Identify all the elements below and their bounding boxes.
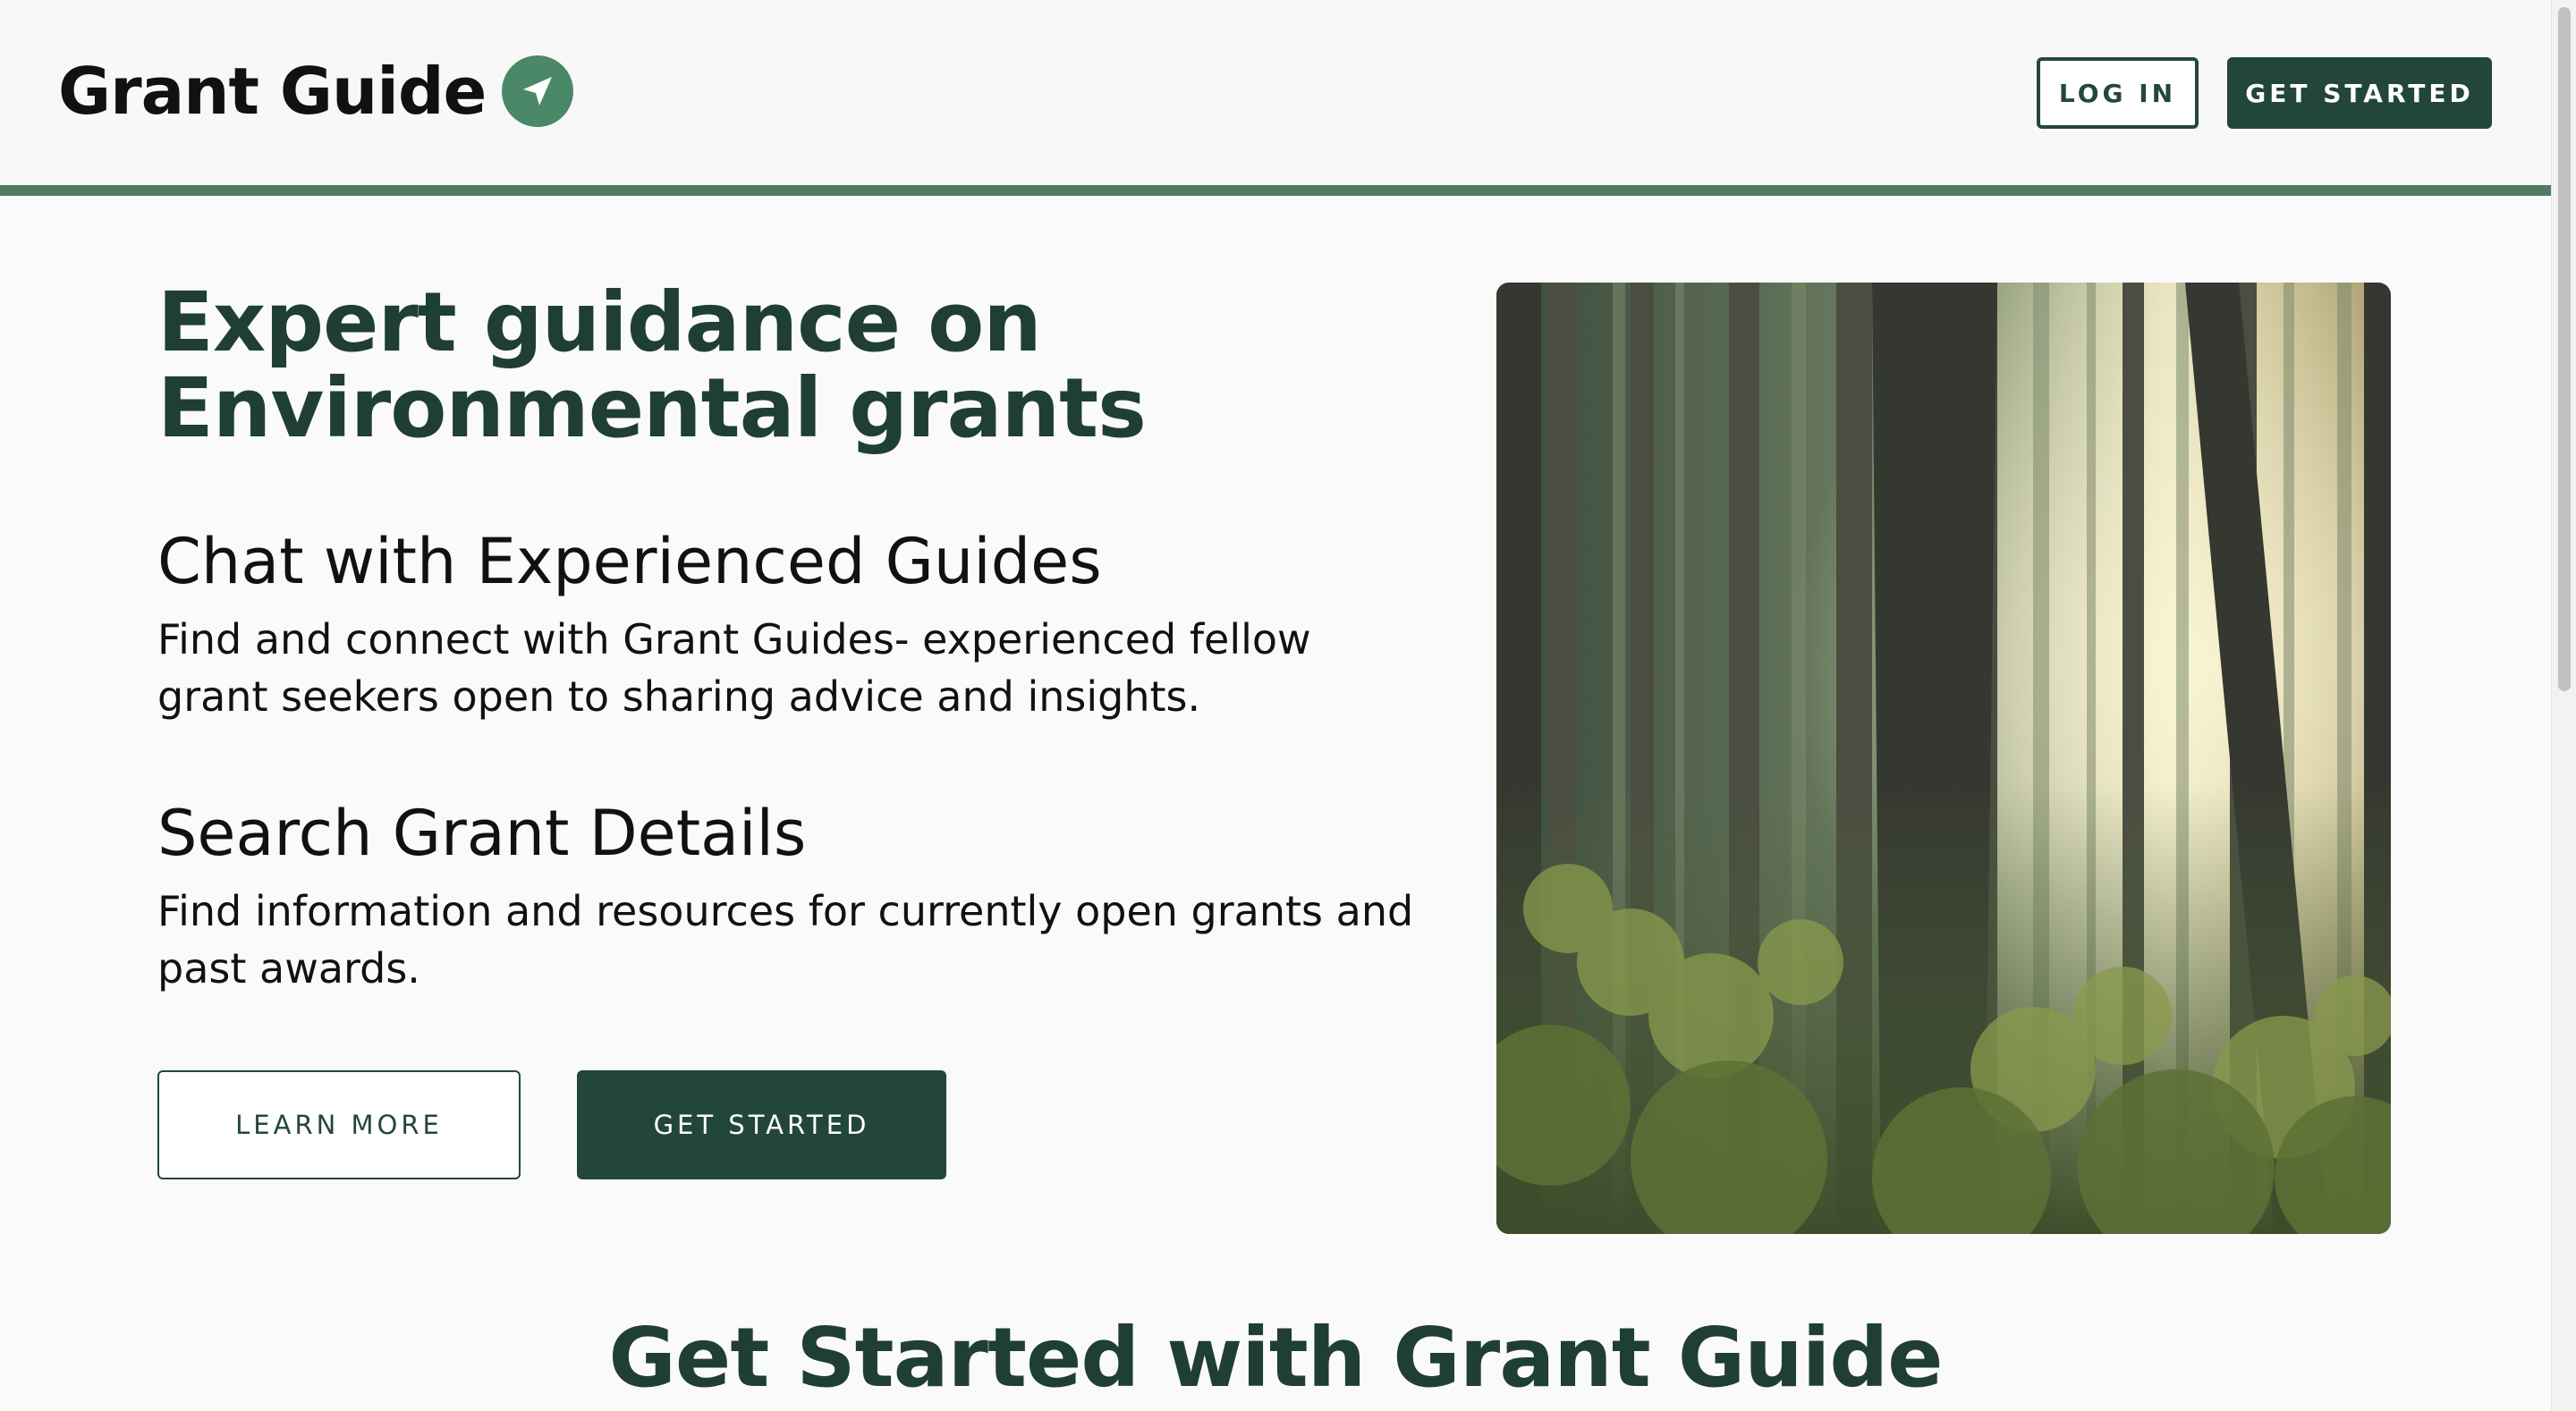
navigation-arrow-icon: [502, 55, 574, 127]
hero-forest-image: [1496, 283, 2391, 1234]
feature-desc-search-line-1: Find information and resources for curre…: [157, 887, 1414, 935]
page-scrollbar[interactable]: [2551, 0, 2576, 1411]
feature-desc-chat-line-1: Find and connect with Grant Guides- expe…: [157, 615, 1311, 663]
get-started-section-title: Get Started with Grant Guide: [608, 1310, 1943, 1406]
scrollbar-thumb[interactable]: [2558, 7, 2571, 691]
hero-get-started-button[interactable]: GET STARTED: [577, 1070, 946, 1179]
hero-title-line-2: Environmental grants: [157, 360, 1147, 456]
feature-desc-chat-line-2: grant seekers open to sharing advice and…: [157, 672, 1201, 721]
header-divider: [0, 185, 2551, 196]
feature-desc-search: Find information and resources for curre…: [157, 883, 1428, 997]
feature-title-chat: Chat with Experienced Guides: [157, 525, 1102, 598]
feature-desc-search-line-2: past awards.: [157, 944, 420, 993]
brand-name: Grant Guide: [58, 54, 487, 129]
top-nav: Grant Guide LOG IN GET STARTED: [0, 0, 2551, 188]
login-button[interactable]: LOG IN: [2037, 57, 2199, 129]
hero-title-line-1: Expert guidance on: [157, 275, 1042, 370]
learn-more-button[interactable]: LEARN MORE: [157, 1070, 521, 1179]
hero-title: Expert guidance on Environmental grants: [157, 280, 1410, 452]
header-get-started-button[interactable]: GET STARTED: [2227, 57, 2492, 129]
feature-desc-chat: Find and connect with Grant Guides- expe…: [157, 611, 1428, 725]
page: Grant Guide LOG IN GET STARTED Expert gu…: [0, 0, 2576, 1411]
brand-logo[interactable]: Grant Guide: [58, 54, 574, 129]
feature-title-search: Search Grant Details: [157, 797, 807, 870]
